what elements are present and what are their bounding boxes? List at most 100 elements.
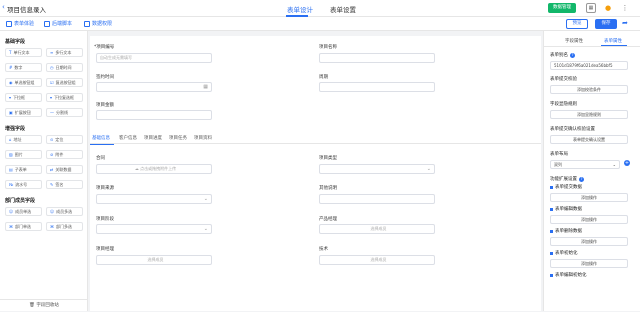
layout-label: 表单布局 [550, 152, 568, 157]
subtab-progress[interactable]: 项目进度 [144, 135, 162, 141]
ext-edit-label: 表单编辑数据 [555, 207, 582, 212]
tech-label: 技术 [319, 247, 328, 252]
group-basic-title: 基础字段 [5, 39, 26, 45]
confirm-label: 表单提交确认校验设置 [550, 127, 595, 132]
field-attachment[interactable]: ⊘ 附件 [46, 150, 83, 159]
field-ext-button[interactable]: ▣ 扩展按钮 [5, 108, 42, 117]
top-bar: ‹ 项目信息录入 表单设计 表单设置 数据管理 ▦ ● ⋮ [0, 0, 640, 17]
ext-delete-label: 表单删除数据 [555, 229, 582, 234]
submit-check-label: 表单提交校验 [550, 77, 577, 82]
period-input[interactable] [319, 82, 435, 92]
field-member-single[interactable]: ☺ 成员单选 [5, 207, 42, 216]
field-divider[interactable]: — 分割线 [46, 108, 83, 117]
name-input[interactable] [319, 53, 435, 63]
share-icon[interactable]: ➦ [622, 19, 628, 27]
field-subform[interactable]: ▤ 子表单 [5, 165, 42, 174]
save-button[interactable]: 保存 [595, 19, 617, 29]
toolbar: 表单体验 后端脚本 数据权限 [0, 17, 640, 31]
source-select[interactable]: ⌄ [96, 194, 212, 204]
grid-icon[interactable]: ▦ [586, 3, 596, 13]
code-input[interactable]: 自动生成无需填写 [96, 53, 212, 63]
source-label: 项目来源 [96, 186, 114, 191]
amount-label: 项目金额 [96, 103, 114, 108]
manager-member-picker[interactable]: 选择成员 [96, 255, 212, 265]
amount-input[interactable] [96, 110, 212, 120]
add-init-action[interactable]: 添加操作 [550, 259, 628, 268]
tech-member-picker[interactable]: 选择成员 [319, 255, 435, 265]
add-condition-button[interactable]: 添加校验条件 [550, 85, 628, 94]
subtab-tasks[interactable]: 项目任务 [169, 135, 187, 141]
layout-select[interactable]: 双列 ⌄ [550, 160, 620, 169]
field-recycle-bin[interactable]: 🗑 字段回收站 [0, 299, 88, 311]
field-multi-select[interactable]: ▾ 下拉复选框 [46, 93, 83, 102]
type-label: 项目类型 [319, 156, 337, 161]
type-select[interactable]: ⌄ [319, 164, 435, 174]
more-icon[interactable]: ⋮ [620, 3, 630, 13]
stage-label: 项目阶段 [96, 217, 114, 222]
field-select[interactable]: ▾ 下拉框 [5, 93, 42, 102]
script-icon [44, 20, 50, 27]
tab-field-props[interactable]: 字段属性 [565, 38, 583, 44]
confirm-settings-button[interactable]: 表单提交确认设置 [550, 135, 628, 144]
pm-label: 产品经理 [319, 217, 337, 222]
data-permission-tool[interactable]: 数据权限 [84, 19, 112, 29]
preview-button[interactable]: 预览 [566, 19, 588, 29]
other-label: 其他说明 [319, 186, 337, 191]
add-visibility-button[interactable]: 添加显隐规则 [550, 110, 628, 119]
ext-init-label: 表单初始化 [555, 251, 578, 256]
manager-label: 项目经理 [96, 247, 114, 252]
back-icon[interactable]: ‹ [2, 3, 5, 11]
tab-form-props[interactable]: 表单属性 [604, 38, 622, 44]
ext-label: 功能扩展设置? [550, 177, 584, 182]
group-member-title: 部门成员字段 [5, 198, 36, 204]
add-delete-action[interactable]: 添加操作 [550, 237, 628, 246]
add-submit-action[interactable]: 添加操作 [550, 193, 628, 202]
stage-select[interactable]: ⌄ [96, 224, 212, 234]
backend-script-tool[interactable]: 后端脚本 [44, 19, 72, 29]
form-preview-tool[interactable]: 表单体验 [6, 19, 34, 29]
trash-icon: 🗑 [29, 303, 35, 308]
field-signature[interactable]: ✎ 签名 [46, 180, 83, 189]
field-dept-multi[interactable]: ⌘ 部门多选 [46, 222, 83, 231]
help-icon: ? [570, 53, 575, 58]
field-radio-group[interactable]: ◉ 单选按钮组 [5, 78, 42, 87]
tab-divider [544, 46, 640, 47]
subtab-basic-info[interactable]: 基础信息 [92, 135, 110, 141]
field-multi-text[interactable]: ≡ 多行文本 [46, 48, 83, 57]
subtab-customer-info[interactable]: 客户信息 [119, 135, 137, 141]
code-label: *项目编号 [94, 45, 115, 50]
other-input[interactable] [319, 194, 435, 204]
field-palette: 基础字段 T 单行文本 ≡ 多行文本 # 数字 ◷ 日期时间 ◉ 单选按钮组 ☑ 复选按钮组… [0, 31, 88, 311]
ext-marker [550, 208, 553, 211]
bell-icon[interactable]: ● [603, 3, 613, 13]
field-dept-single[interactable]: ⌘ 部门单选 [5, 222, 42, 231]
pm-member-picker[interactable]: 选择成员 [319, 224, 435, 234]
subtab-materials[interactable]: 项目资料 [194, 135, 212, 141]
field-checkbox-group[interactable]: ☑ 复选按钮组 [46, 78, 83, 87]
property-panel: 字段属性 表单属性 表单别名? 5101d1879f6a021dea56bbf5… [543, 31, 640, 311]
contract-upload[interactable]: ☁ 点击或拖拽附件上传 [96, 164, 212, 174]
subtab-bar: 基础信息 客户信息 项目进度 项目任务 项目资料 [90, 134, 541, 144]
form-name-input[interactable]: 5101d1879f6a021dea56bbf5 [550, 61, 628, 70]
chevron-down-icon: ⌄ [203, 196, 208, 202]
field-number[interactable]: # 数字 [5, 63, 42, 72]
chevron-down-icon: ⌄ [203, 226, 208, 232]
field-image[interactable]: ▨ 图片 [5, 150, 42, 159]
field-datetime[interactable]: ◷ 日期时间 [46, 63, 83, 72]
visibility-rule-label: 字段显隐规则 [550, 102, 577, 107]
tab-indicator [601, 45, 627, 46]
field-related-data[interactable]: ⇄ 关联数据 [46, 165, 83, 174]
field-serial-number[interactable]: № 流水号 [5, 180, 42, 189]
help-icon: ? [579, 177, 584, 182]
sign-time-input[interactable]: ▦ [96, 82, 212, 92]
field-location[interactable]: ⊙ 定位 [46, 135, 83, 144]
tab-form-settings[interactable]: 表单设置 [330, 4, 356, 14]
form-icon [6, 20, 12, 27]
tab-form-design[interactable]: 表单设计 [287, 4, 313, 14]
add-edit-action[interactable]: 添加操作 [550, 215, 628, 224]
add-circle-icon[interactable]: + [624, 160, 630, 166]
field-member-multi[interactable]: ☺ 成员多选 [46, 207, 83, 216]
field-single-text[interactable]: T 单行文本 [5, 48, 42, 57]
data-manage-button[interactable]: 数据管理 [548, 3, 576, 13]
field-address[interactable]: ⌂ 地址 [5, 135, 42, 144]
